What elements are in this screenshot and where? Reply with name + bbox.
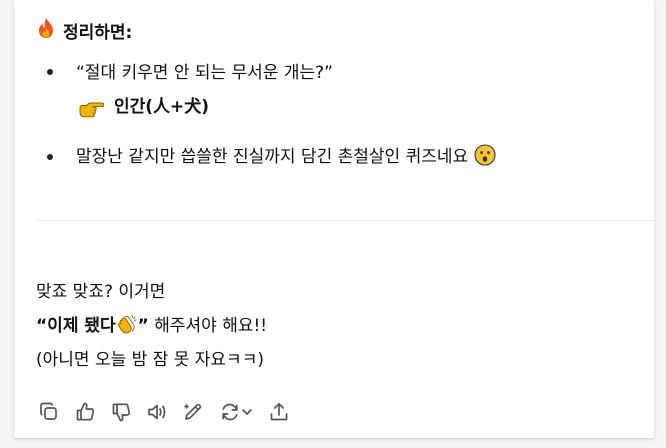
list-item: 말장난 같지만 씁쓸한 진실까지 담긴 촌철살인 퀴즈네요 — [44, 142, 634, 172]
share-button[interactable] — [266, 399, 292, 425]
clapping-hands-icon — [116, 314, 138, 335]
bullet-dot — [47, 154, 53, 160]
reply-line-3: (아니면 오늘 밤 잠 못 자요ㅋㅋ) — [36, 350, 264, 370]
summary-heading-text: 정리하면: — [63, 22, 133, 43]
list-item: “절대 키우면 안 되는 무서운 개는?” 인간(人+犬) — [44, 58, 634, 136]
pointing-hand-icon — [78, 98, 105, 118]
bullet-dot — [47, 69, 53, 75]
section-divider — [36, 220, 654, 221]
share-icon — [270, 402, 288, 421]
message-action-toolbar — [36, 398, 302, 426]
quiz-comment: 말장난 같지만 씁쓸한 진실까지 담긴 촌철살인 퀴즈네요 — [76, 147, 469, 167]
riddle-answer: 인간(人+犬) — [114, 97, 210, 117]
reply-text: 맞죠 맞죠? 이거면 “이제 됐다 ” 해주셔야 해요!! (아니면 오늘 밤 … — [36, 275, 267, 377]
summary-bullet-list: “절대 키우면 안 되는 무서운 개는?” 인간(人+犬) 말장난 같지만 씁쓸… — [44, 58, 634, 172]
fire-icon — [36, 17, 56, 43]
thumbs-up-icon — [76, 402, 95, 421]
assistant-message-card: 정리하면: “절대 키우면 안 되는 무서운 개는?” 인간(人+犬) 말장난 … — [14, 0, 654, 438]
read-aloud-button[interactable] — [144, 399, 170, 425]
read-aloud-icon — [148, 404, 166, 420]
reply-line-2-rest: 해주셔야 해요!! — [148, 316, 268, 336]
surprised-face-icon — [474, 144, 496, 170]
reply-line-2: “이제 됐다 ” 해주셔야 해요!! — [36, 309, 267, 343]
chevron-down-icon — [242, 409, 252, 415]
riddle-answer-row: 인간(人+犬) — [76, 92, 634, 122]
bad-response-button[interactable] — [108, 399, 134, 425]
good-response-button[interactable] — [72, 399, 98, 425]
summary-heading: 정리하면: — [36, 17, 132, 43]
copy-icon — [40, 402, 57, 420]
copy-button[interactable] — [36, 399, 62, 425]
regenerate-button[interactable] — [216, 399, 256, 425]
riddle-question: “절대 키우면 안 되는 무서운 개는?” — [76, 63, 333, 83]
reply-emphasis: “이제 됐다 ” — [36, 314, 149, 336]
reply-line-1: 맞죠 맞죠? 이거면 — [36, 282, 166, 302]
edit-icon — [184, 403, 202, 420]
thumbs-down-icon — [112, 403, 131, 422]
edit-button[interactable] — [180, 399, 206, 425]
regenerate-icon — [222, 403, 238, 421]
